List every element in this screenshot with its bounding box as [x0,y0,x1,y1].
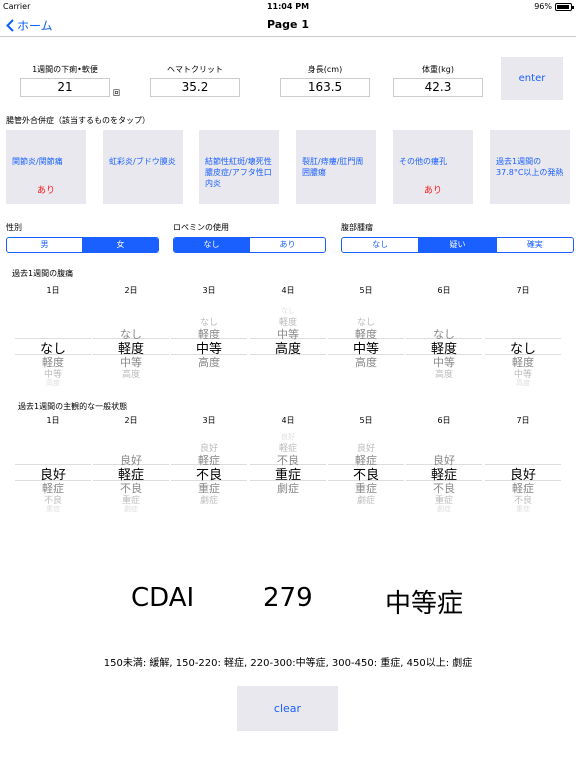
cdai-score: 279 [263,583,313,613]
cdai-severity: 中等症 [385,589,464,619]
mass-option[interactable]: 確実 [495,238,573,252]
weight-label: 体重(kg) [422,65,454,74]
day-label: 1日 [46,416,60,425]
day-label: 4日 [281,286,295,295]
picker-option: 高度 [121,369,140,380]
clear-button[interactable]: clear [237,686,338,731]
diarrhea-unit: 回 [113,89,120,97]
diarrhea-label: 1週間の下痢•軟便 [32,65,98,74]
picker-option: 劇症 [437,504,451,513]
clock: 11:04 PM [266,2,310,11]
picker-option: 重症 [516,504,530,513]
hematocrit-label: ヘマトクリット [167,65,223,74]
pain-heading: 過去1週間の腹痛 [12,269,74,278]
day-label: 4日 [281,416,295,425]
complication-label: 関節炎/関節痛 [12,157,63,166]
sex-option[interactable]: 男 [7,238,82,252]
day-label: 5日 [359,416,373,425]
day-label: 2日 [124,286,138,295]
cdai-label: CDAI [131,583,195,613]
picker-option: 高度 [46,378,60,387]
page-title: Page 1 [266,18,309,31]
picker-option: 劇症 [356,495,375,506]
complication-state: あり [423,186,442,196]
mass-option[interactable]: 疑い [418,238,496,252]
navigation-bar: ホーム Page 1 [0,13,576,37]
lomotil-label: ロペミンの使用 [173,223,229,232]
severity-legend: 150未満: 緩解, 150-220: 軽症, 220-300:中等症, 300… [103,658,473,669]
complication-tile[interactable]: 関節炎/関節痛あり [6,130,86,204]
picker-option: 高度 [198,355,220,369]
complications-heading: 腸管外合併症（該当するものをタップ） [6,116,150,125]
complication-tile[interactable]: その他の瘻孔あり [393,130,473,204]
enter-button[interactable]: enter [501,57,563,100]
picker-option: 高度 [355,355,377,369]
complication-state: あり [36,186,55,196]
complication-label: 結節性紅斑/壊死性膿皮症/アフタ性口内炎 [205,157,272,188]
status-bar: Carrier 11:04 PM 96% [0,0,576,13]
picker-option: 劇症 [124,504,138,513]
general-heading: 過去1週間の主観的な一般状態 [18,402,128,411]
diarrhea-field[interactable]: 21 [20,78,110,97]
complication-label: 過去1週間の37.8°C以上の発熱 [496,157,564,177]
day-label: 2日 [124,416,138,425]
complication-tile[interactable]: 結節性紅斑/壊死性膿皮症/アフタ性口内炎 [199,130,279,204]
day-label: 1日 [46,286,60,295]
picker-option: 高度 [516,378,530,387]
height-field[interactable]: 163.5 [280,78,370,97]
complication-label: 裂肛/痔瘻/肛門周囲膿瘍 [302,157,364,177]
hematocrit-field[interactable]: 35.2 [150,78,240,97]
mass-option[interactable]: なし [342,238,418,252]
battery-icon [555,2,574,11]
lomotil-option[interactable]: なし [174,238,249,252]
picker-option: 重症 [46,504,60,513]
lomotil-option[interactable]: あり [249,238,325,252]
day-label: 6日 [437,416,451,425]
picker-option: 劇症 [277,481,299,495]
battery-percent: 96% [534,2,552,11]
day-label: 7日 [516,416,530,425]
sex-label: 性別 [6,223,22,232]
complication-label: 虹彩炎/ブドウ膜炎 [109,157,176,166]
mass-segmented-control: なし 疑い 確実 [341,237,574,253]
day-label: 3日 [202,286,216,295]
complication-tile[interactable]: 過去1週間の37.8°C以上の発熱 [490,130,570,204]
day-label: 3日 [202,416,216,425]
picker-selected-option: 高度 [274,342,301,357]
picker-option: 高度 [434,369,453,380]
lomotil-segmented-control: なし あり [173,237,326,253]
picker-option: 劇症 [199,495,218,506]
day-label: 7日 [516,286,530,295]
weight-field[interactable]: 42.3 [393,78,483,97]
battery-fill [557,4,570,9]
complication-tile[interactable]: 虹彩炎/ブドウ膜炎 [103,130,183,204]
mass-label: 腹部腫瘤 [341,223,373,232]
sex-segmented-control: 男女 [6,237,159,253]
complication-label: その他の瘻孔 [399,157,447,166]
day-label: 6日 [437,286,451,295]
height-label: 身長(cm) [307,65,343,74]
sex-option[interactable]: 女 [82,238,158,252]
battery-indicator: 96% [534,2,574,11]
complication-tile[interactable]: 裂肛/痔瘻/肛門周囲膿瘍 [296,130,376,204]
day-label: 5日 [359,286,373,295]
